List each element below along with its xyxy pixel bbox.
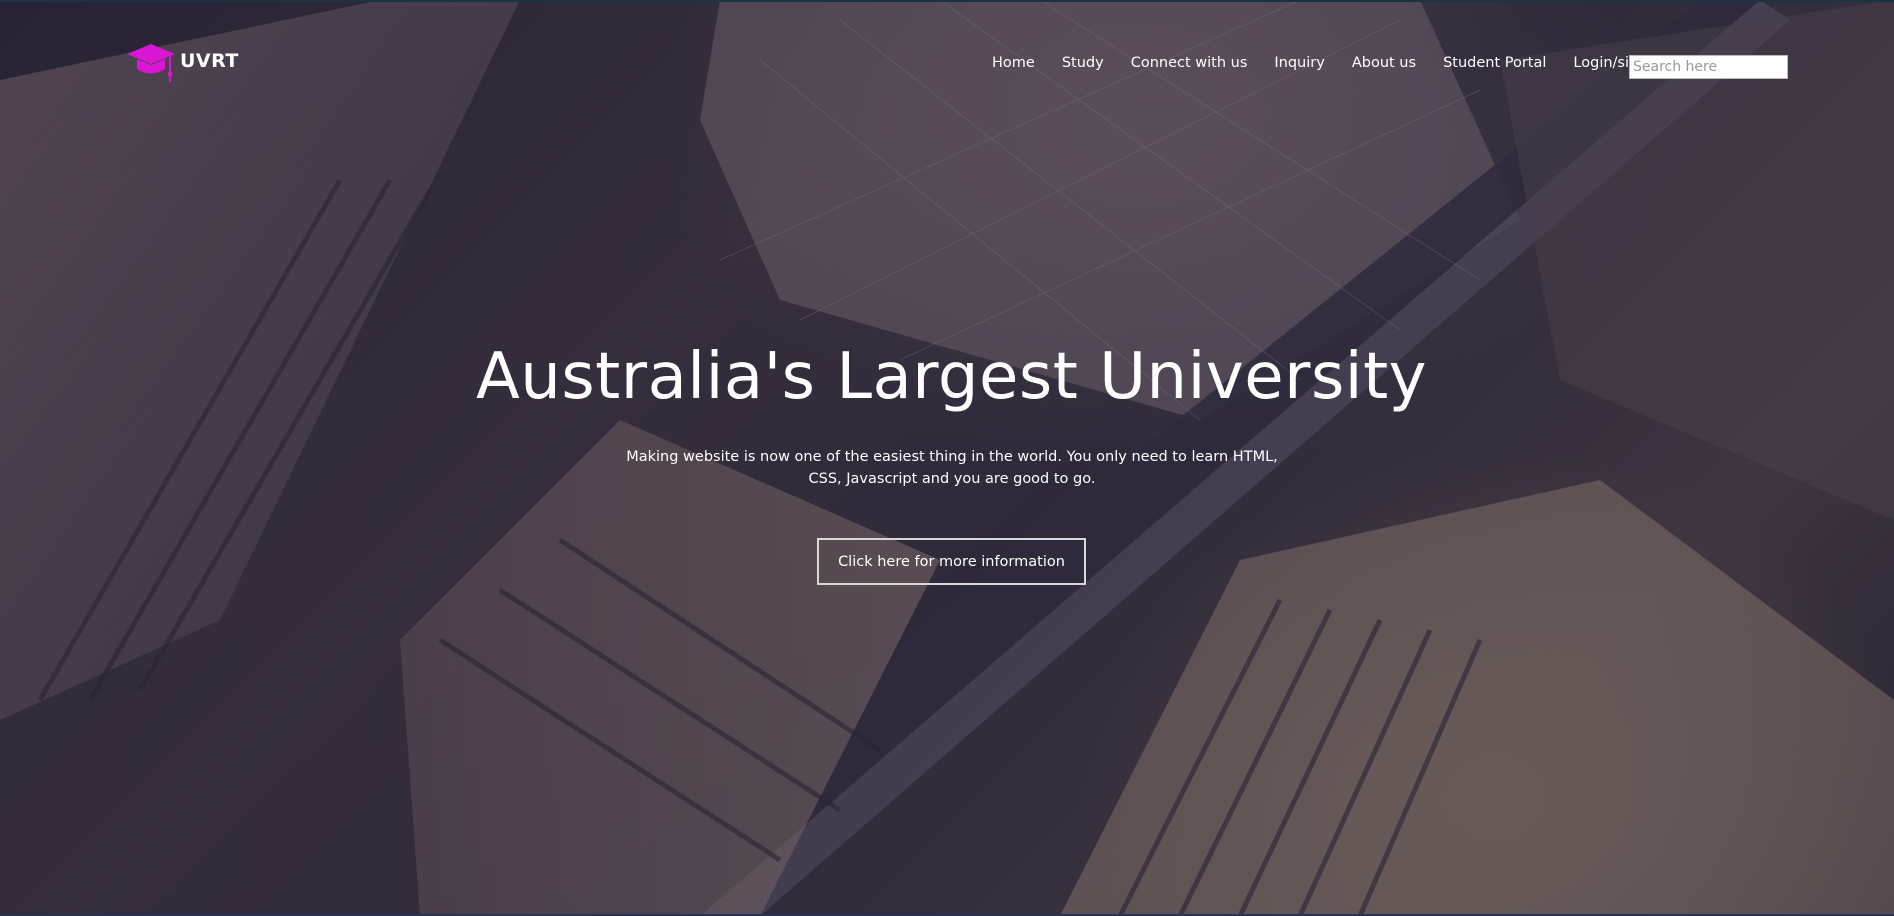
nav-item-study[interactable]: Study bbox=[1062, 55, 1104, 71]
nav-item-connect-with-us[interactable]: Connect with us bbox=[1131, 55, 1248, 71]
brand-name: UVRT bbox=[180, 50, 239, 72]
more-info-button[interactable]: Click here for more information bbox=[817, 538, 1086, 585]
hero-subtitle: Making website is now one of the easiest… bbox=[626, 449, 1278, 487]
brand-logo[interactable]: UVRT bbox=[126, 42, 239, 86]
nav-item-student-portal[interactable]: Student Portal bbox=[1443, 55, 1546, 71]
hero-title: Australia's Largest University bbox=[475, 340, 1428, 414]
nav-item-inquiry[interactable]: Inquiry bbox=[1274, 55, 1324, 71]
nav-item-about-us[interactable]: About us bbox=[1352, 55, 1416, 71]
graduation-cap-icon bbox=[127, 44, 175, 82]
hero-section: UVRT Home Study Connect with us Inquiry … bbox=[0, 0, 1894, 916]
main-nav: Home Study Connect with us Inquiry About… bbox=[992, 55, 1697, 71]
search-input[interactable] bbox=[1629, 55, 1788, 79]
top-border bbox=[0, 0, 1894, 2]
nav-item-home[interactable]: Home bbox=[992, 55, 1035, 71]
